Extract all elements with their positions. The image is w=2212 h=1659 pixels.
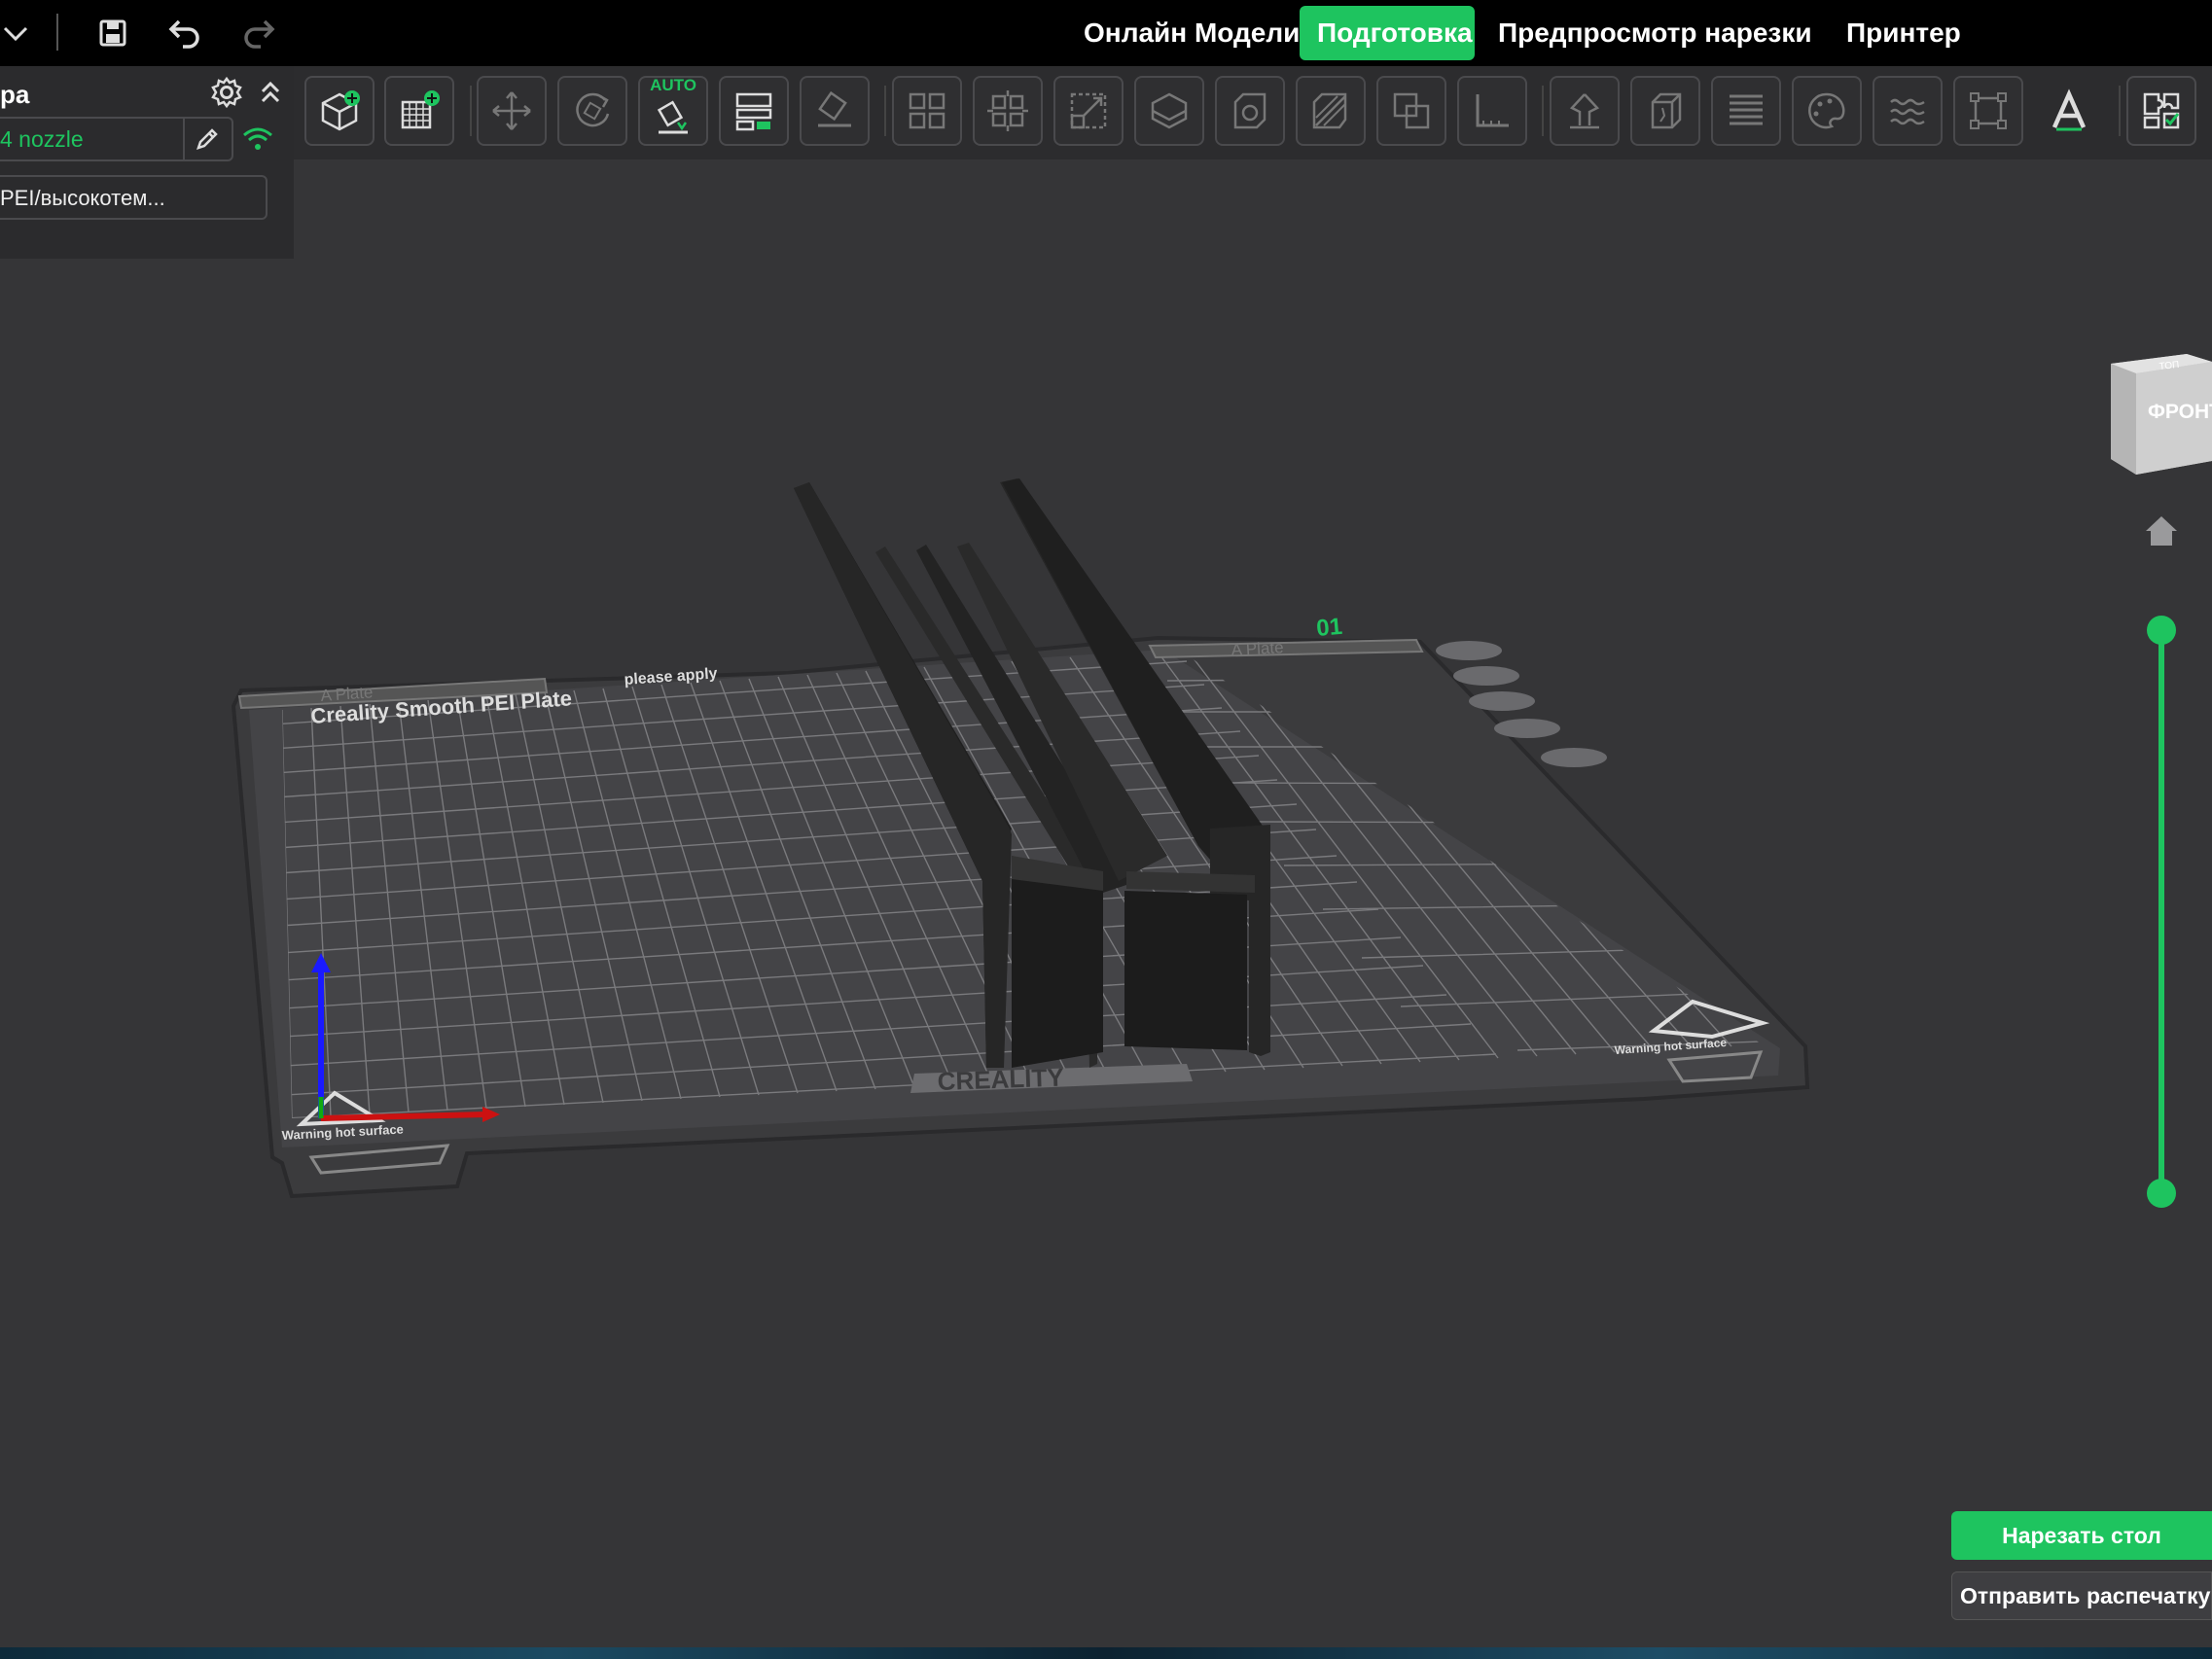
- menu-chevron-icon[interactable]: [0, 12, 37, 54]
- home-icon[interactable]: [2142, 512, 2181, 550]
- add-model-icon[interactable]: [304, 76, 375, 146]
- divider: [56, 14, 58, 51]
- plate-label-right: A Plate: [1231, 638, 1284, 659]
- layer-slider-track[interactable]: [2158, 630, 2164, 1194]
- undo-icon[interactable]: [163, 12, 206, 54]
- plate-arrange-icon[interactable]: [1453, 666, 1519, 686]
- edit-icon[interactable]: [193, 124, 222, 154]
- settings-icon[interactable]: [210, 76, 243, 109]
- redo-icon[interactable]: [237, 12, 280, 54]
- variable-cut-icon[interactable]: [1296, 76, 1366, 146]
- plate-close-icon[interactable]: [1436, 641, 1502, 660]
- emboss-icon[interactable]: [1953, 76, 2023, 146]
- split-parts-icon[interactable]: [973, 76, 1043, 146]
- color-paint-icon[interactable]: [1792, 76, 1862, 146]
- slice-plate-button[interactable]: Нарезать стол: [1951, 1511, 2212, 1560]
- plate-number: 01: [1315, 614, 1343, 642]
- auto-label: AUTO: [650, 76, 696, 94]
- nozzle-label: 4 nozzle: [0, 126, 84, 152]
- auto-orient-icon[interactable]: AUTO: [638, 76, 708, 146]
- tab-printer[interactable]: Принтер: [1829, 6, 1979, 60]
- title-bar: Онлайн Модели Подготовка Предпросмотр на…: [0, 0, 2212, 66]
- seam-icon[interactable]: [1630, 76, 1700, 146]
- plate-lock-icon[interactable]: [1494, 719, 1560, 738]
- 3d-viewport[interactable]: Creality Smooth PEI Plate please apply A…: [0, 159, 2212, 1659]
- navcube-front-label: ФРОНТ: [2148, 401, 2212, 423]
- hollow-icon[interactable]: [1215, 76, 1285, 146]
- split-objects-icon[interactable]: [892, 76, 962, 146]
- plate-settings-icon[interactable]: [1541, 748, 1607, 767]
- assembly-icon[interactable]: [2126, 76, 2196, 146]
- divider: [183, 119, 185, 159]
- variable-layer-icon[interactable]: [1711, 76, 1781, 146]
- rotate-icon[interactable]: [557, 76, 627, 146]
- text-icon[interactable]: [2034, 76, 2104, 146]
- navcube-top-label: ТОП: [2158, 360, 2180, 372]
- taskbar-strip: [0, 1647, 2212, 1659]
- view-navigation-cube[interactable]: ФРОНТ ТОП: [2109, 354, 2212, 475]
- measure-icon[interactable]: [1457, 76, 1527, 146]
- send-print-button[interactable]: Отправить распечатку: [1951, 1571, 2212, 1620]
- layer-slider-bottom-handle[interactable]: [2147, 1179, 2176, 1208]
- lay-on-face-icon[interactable]: [800, 76, 870, 146]
- collapse-icon[interactable]: [257, 76, 284, 109]
- wifi-icon: [241, 124, 274, 154]
- fuzzy-skin-icon[interactable]: [1873, 76, 1943, 146]
- tab-slice-preview[interactable]: Предпросмотр нарезки: [1481, 6, 1811, 60]
- panel-title: ра: [0, 80, 30, 109]
- tab-online-models[interactable]: Онлайн Модели: [1066, 6, 1317, 60]
- layer-slider-top-handle[interactable]: [2147, 616, 2176, 645]
- plate-orient-icon[interactable]: [1469, 691, 1535, 711]
- cut-icon[interactable]: [1134, 76, 1204, 146]
- move-icon[interactable]: [477, 76, 547, 146]
- boolean-icon[interactable]: [1376, 76, 1446, 146]
- plate-label-left: A Plate: [320, 683, 374, 705]
- save-icon[interactable]: [91, 12, 134, 54]
- arrange-icon[interactable]: [719, 76, 789, 146]
- add-plate-icon[interactable]: [384, 76, 454, 146]
- toolbar: AUTO: [294, 66, 2212, 159]
- support-paint-icon[interactable]: [1550, 76, 1620, 146]
- build-plate-scene: Creality Smooth PEI Plate please apply A…: [231, 478, 1810, 1199]
- tab-prepare[interactable]: Подготовка: [1300, 6, 1475, 60]
- nozzle-selector[interactable]: 4 nozzle: [0, 117, 233, 161]
- scale-icon[interactable]: [1053, 76, 1124, 146]
